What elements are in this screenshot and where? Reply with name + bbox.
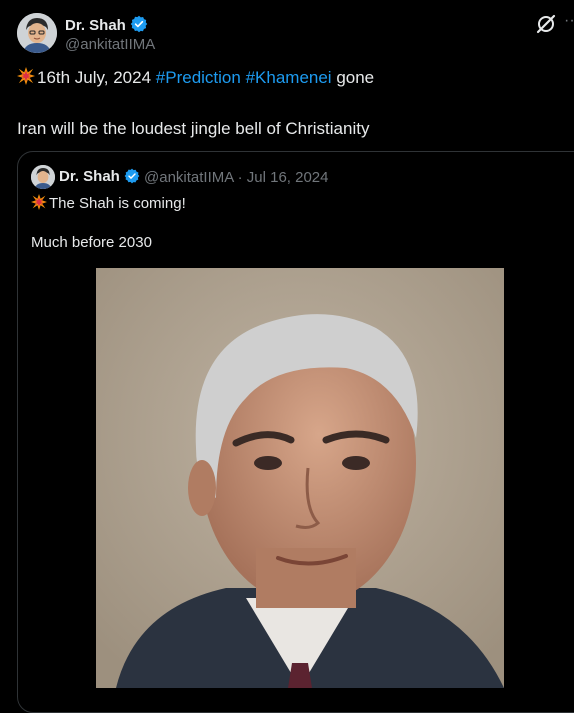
- hashtag-prediction[interactable]: #Prediction: [156, 68, 241, 87]
- avatar[interactable]: [17, 13, 57, 53]
- hashtag-khamenei[interactable]: #Khamenei: [246, 68, 332, 87]
- tweet-suffix-text: gone: [331, 68, 375, 87]
- avatar-illustration: [17, 13, 57, 53]
- collision-emoji-icon: [17, 67, 35, 85]
- portrait-photo: [96, 268, 504, 688]
- grok-button[interactable]: [535, 13, 557, 35]
- quoted-author-name-text: Dr. Shah: [59, 168, 120, 185]
- more-options-button[interactable]: ···: [564, 12, 574, 30]
- tweet-text-line1: 16th July, 2024 #Prediction #Khamenei go…: [17, 67, 374, 88]
- verified-badge-icon: [130, 15, 148, 33]
- tweet-text-line2: Iran will be the loudest jingle bell of …: [17, 119, 370, 138]
- quoted-text-line1-text: The Shah is coming!: [49, 195, 186, 212]
- quoted-photo[interactable]: [96, 268, 504, 688]
- quoted-text-line2: Much before 2030: [31, 234, 152, 251]
- quoted-tweet-card[interactable]: Dr. Shah @ankitatIIMA · Jul 16, 2024 The…: [17, 151, 574, 713]
- tweet-date-text: 16th July, 2024: [37, 68, 156, 87]
- quoted-text-line1: The Shah is coming!: [31, 194, 186, 212]
- quoted-avatar-illustration: [31, 165, 55, 189]
- quoted-avatar[interactable]: [31, 165, 55, 189]
- collision-emoji-icon: [31, 194, 47, 210]
- grok-icon: [536, 14, 556, 34]
- quoted-author-name[interactable]: Dr. Shah: [59, 168, 140, 185]
- author-name-text: Dr. Shah: [65, 17, 126, 34]
- quoted-handle-date[interactable]: @ankitatIIMA · Jul 16, 2024: [144, 169, 329, 186]
- author-name[interactable]: Dr. Shah: [65, 15, 148, 34]
- author-handle[interactable]: @ankitatIIMA: [65, 36, 155, 53]
- verified-badge-icon: [124, 168, 140, 184]
